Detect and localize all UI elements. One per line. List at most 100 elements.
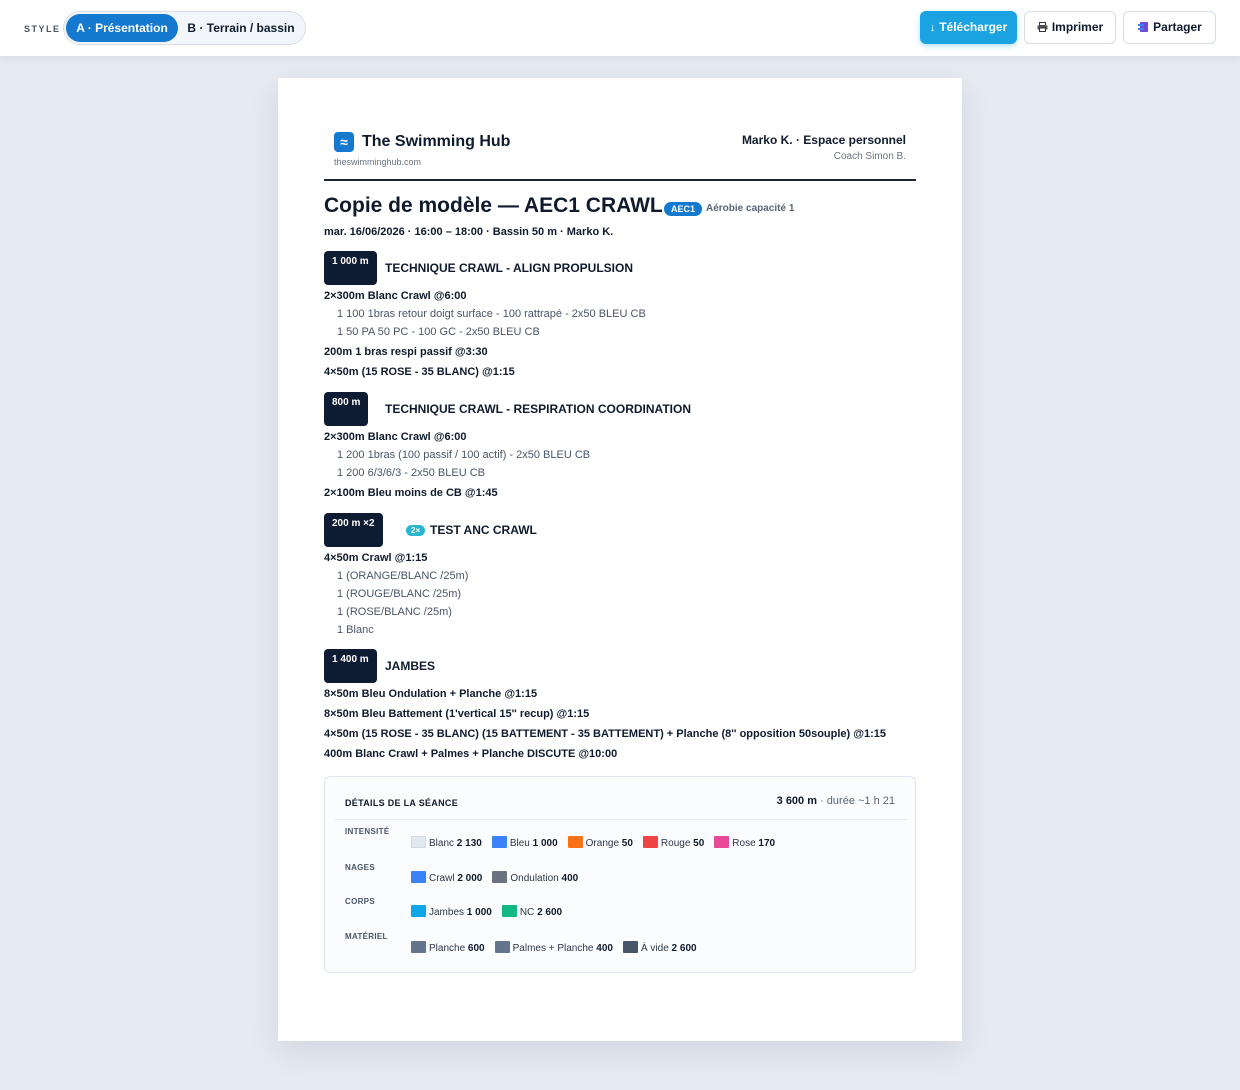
legend-swatch	[567, 836, 583, 848]
legend-name: NC	[519, 907, 538, 918]
style-b-button[interactable]: B · Terrain / bassin	[182, 14, 300, 42]
legend-item: Bleu 1 000	[491, 836, 558, 851]
sub-line: 1 200 1bras (100 passif / 100 actif) - 2…	[337, 449, 591, 461]
legend-swatch	[411, 941, 426, 953]
legend-item: Palmes + Planche 400	[494, 941, 613, 956]
block-title: TECHNIQUE CRAWL - RESPIRATION COORDINATI…	[385, 402, 691, 416]
session-title: Copie de modèle — AEC1 CRAWL	[324, 194, 663, 217]
session-meta: mar. 16/06/2026 · 16:00 – 18:00 · Bassin…	[324, 226, 614, 238]
block-technique-respiration: 800 m TECHNIQUE CRAWL - RESPIRATION COOR…	[324, 392, 924, 502]
details-title: DÉTAILS DE LA SÉANCE	[345, 798, 459, 808]
sub-line: 1 50 PA 50 PC - 100 GC - 2x50 BLEU CB	[337, 326, 540, 338]
legend-item: NC 2 600	[501, 905, 563, 920]
row-label-intensite: INTENSITÉ	[345, 827, 390, 836]
legend-name: Crawl	[429, 873, 458, 884]
legend-name: Blanc	[429, 838, 457, 849]
session-sheet: ≈ The Swimming Hub theswimminghub.com Ma…	[278, 78, 962, 1041]
legend-value: 600	[467, 943, 485, 954]
style-a-button[interactable]: A · Présentation	[66, 14, 178, 42]
total-distance: 3 600 m	[776, 795, 818, 807]
set-line: 8×50m Bleu Ondulation + Planche @1:15	[324, 688, 538, 700]
distance-chip: 1 000 m	[324, 251, 377, 285]
repeat-badge: 2×	[406, 525, 426, 536]
block-test-anc: 200 m ×2 2× TEST ANC CRAWL 4×50m Crawl @…	[324, 513, 924, 639]
legend-value: 2 000	[457, 873, 483, 884]
legend-swatch	[411, 836, 426, 848]
download-icon: ↓	[929, 22, 936, 34]
share-label: Partager	[1153, 20, 1202, 34]
sub-line: 1 Blanc	[337, 624, 374, 636]
print-button[interactable]: Imprimer	[1024, 11, 1116, 44]
coach-line: Coach Simon B.	[833, 151, 906, 162]
session-type-badge: AEC1	[664, 202, 703, 216]
brand-url: theswimminghub.com	[334, 157, 422, 167]
legend-value: 50	[621, 838, 633, 849]
legend-row-intensite: Blanc 2 130 Bleu 1 000 Orange 50 Rouge 50 Ro…	[411, 836, 785, 850]
share-icon	[1137, 13, 1149, 44]
set-line: 400m Blanc Crawl + Palmes + Planche DISC…	[324, 748, 618, 760]
style-label: STYLE	[24, 24, 61, 34]
legend-swatch	[501, 905, 517, 917]
legend-name: Rose	[732, 838, 759, 849]
legend-value: 50	[693, 838, 705, 849]
legend-name: Orange	[585, 838, 622, 849]
sub-line: 1 200 6/3/6/3 - 2x50 BLEU CB	[337, 467, 485, 479]
legend-item: Rose 170	[714, 836, 775, 851]
legend-swatch	[494, 941, 510, 953]
set-line: 4×50m (15 ROSE - 35 BLANC) @1:15	[324, 366, 515, 378]
distance-chip: 1 400 m	[324, 649, 377, 683]
legend-name: Bleu	[509, 838, 533, 849]
legend-item: Orange 50	[567, 836, 633, 851]
legend-value: 2 130	[456, 838, 482, 849]
sub-line: 1 100 1bras retour doigt surface - 100 r…	[337, 308, 646, 320]
block-jambes: 1 400 m JAMBES 8×50m Bleu Ondulation + P…	[324, 649, 924, 763]
distance-chip: 200 m ×2	[324, 513, 383, 547]
header-divider	[324, 179, 916, 181]
legend-value: 2 600	[537, 907, 563, 918]
details-divider	[335, 819, 907, 820]
session-details-card: DÉTAILS DE LA SÉANCE 3 600 m · durée ~1 …	[324, 776, 916, 973]
legend-swatch	[492, 871, 508, 883]
top-toolbar: STYLE A · Présentation B · Terrain / bas…	[0, 0, 1240, 56]
distance-chip: 800 m	[324, 392, 369, 426]
row-label-materiel: MATÉRIEL	[345, 932, 388, 941]
legend-swatch	[642, 836, 658, 848]
set-line: 2×300m Blanc Crawl @6:00	[324, 431, 467, 443]
sub-line: 1 (ROSE/BLANC /25m)	[337, 606, 452, 618]
set-line: 4×50m (15 ROSE - 35 BLANC) (15 BATTEMENT…	[324, 728, 886, 740]
legend-row-materiel: Planche 600 Palmes + Planche 400 À vide 2 …	[411, 941, 707, 955]
print-label: Imprimer	[1051, 20, 1104, 34]
set-line: 4×50m Crawl @1:15	[324, 552, 428, 564]
legend-value: 2 600	[671, 943, 697, 954]
legend-swatch	[491, 836, 507, 848]
legend-item: Jambes 1 000	[411, 905, 492, 920]
row-label-nages: NAGES	[345, 863, 375, 872]
legend-swatch	[411, 905, 426, 917]
legend-swatch	[411, 871, 426, 883]
download-button[interactable]: ↓ Télécharger	[920, 11, 1017, 44]
brand-name: The Swimming Hub	[362, 133, 511, 150]
legend-row-nages: Crawl 2 000 Ondulation 400	[411, 871, 588, 885]
share-button[interactable]: Partager	[1123, 11, 1216, 44]
legend-name: Jambes	[429, 907, 467, 918]
legend-item: Planche 600	[411, 941, 485, 956]
legend-item: Ondulation 400	[492, 871, 578, 886]
block-title: TECHNIQUE CRAWL - ALIGN PROPULSION	[385, 261, 634, 275]
total-duration: · durée ~1 h 21	[820, 795, 895, 807]
legend-row-corps: Jambes 1 000 NC 2 600	[411, 905, 572, 919]
sub-line: 1 (ORANGE/BLANC /25m)	[337, 570, 469, 582]
legend-name: Ondulation	[510, 873, 562, 884]
legend-item: Rouge 50	[642, 836, 705, 851]
legend-value: 1 000	[466, 907, 492, 918]
legend-name: À vide	[640, 943, 672, 954]
session-type-text: Aérobie capacité 1	[706, 203, 795, 214]
legend-value: 400	[596, 943, 613, 954]
set-line: 2×300m Blanc Crawl @6:00	[324, 290, 467, 302]
printer-icon	[1037, 13, 1048, 44]
legend-value: 400	[561, 873, 579, 884]
legend-item: Blanc 2 130	[411, 836, 482, 851]
legend-item: Crawl 2 000	[411, 871, 482, 886]
set-line: 8×50m Bleu Battement (1'vertical 15'' re…	[324, 708, 590, 720]
row-label-corps: CORPS	[345, 897, 375, 906]
block-title: JAMBES	[385, 659, 436, 673]
